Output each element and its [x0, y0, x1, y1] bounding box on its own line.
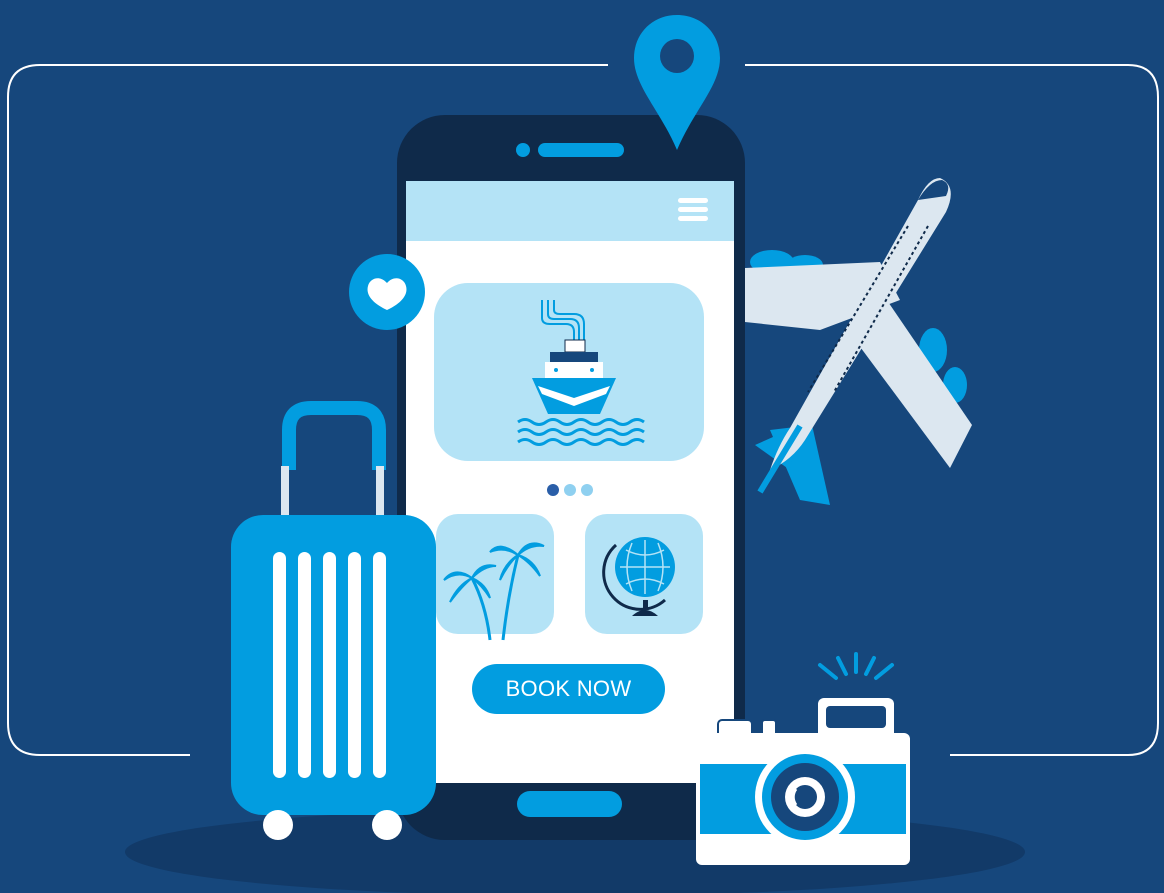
tile-world[interactable] — [585, 514, 703, 634]
book-now-button[interactable]: BOOK NOW — [472, 664, 665, 714]
airplane-icon — [745, 178, 972, 505]
carousel-dot[interactable] — [564, 484, 576, 496]
travel-app-illustration — [7, 15, 1159, 893]
hamburger-menu-button[interactable] — [672, 193, 712, 227]
carousel-card[interactable] — [434, 283, 704, 461]
home-button — [517, 791, 622, 817]
tile-beach[interactable] — [436, 514, 554, 641]
carousel-dot-active[interactable] — [547, 484, 559, 496]
heart-icon[interactable] — [349, 254, 425, 330]
carousel-dots — [547, 484, 593, 496]
carousel-dot[interactable] — [581, 484, 593, 496]
